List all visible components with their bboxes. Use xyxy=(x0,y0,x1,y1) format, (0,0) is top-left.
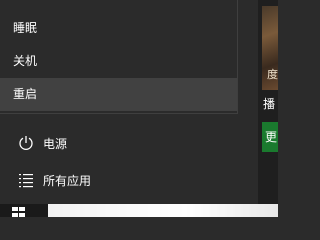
all-apps-label: 所有应用 xyxy=(43,173,92,188)
green-tile-text: 更 xyxy=(265,130,278,144)
power-icon xyxy=(17,134,35,152)
tile-label: 播 xyxy=(263,97,276,111)
taskbar-search-area[interactable] xyxy=(48,204,278,217)
menu-item-label: 关机 xyxy=(13,54,38,68)
windows-logo-icon[interactable] xyxy=(12,207,26,217)
menu-item-label: 睡眠 xyxy=(13,21,38,35)
menu-item-restart[interactable]: 重启 xyxy=(0,78,237,111)
power-options-menu: 睡眠 关机 重启 xyxy=(0,0,238,114)
power-button[interactable]: 电源 xyxy=(0,125,250,161)
menu-item-sleep[interactable]: 睡眠 xyxy=(0,12,237,45)
photo-tile-text: 度 xyxy=(267,68,278,81)
menu-item-shutdown[interactable]: 关机 xyxy=(0,45,237,78)
menu-item-label: 重启 xyxy=(13,87,38,101)
all-apps-button[interactable]: 所有应用 xyxy=(0,162,250,198)
power-label: 电源 xyxy=(43,136,68,151)
all-apps-icon xyxy=(17,171,35,189)
